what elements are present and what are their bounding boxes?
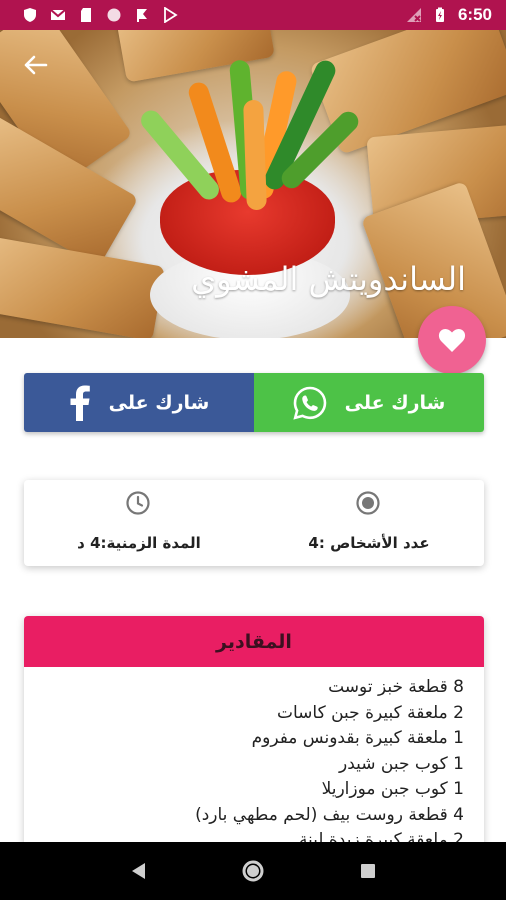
sandwich-image-part [115,30,275,83]
recipe-hero-image: الساندويتش المشوي [0,30,506,338]
duration-info: المدة الزمنية:4 د [24,480,254,566]
ingredient-item: 4 قطعة روست بيف (لحم مطهي بارد) [195,804,464,825]
share-whatsapp-button[interactable]: شارك على [254,373,484,432]
no-signal-icon [406,8,421,22]
nav-home-icon [242,860,264,882]
whatsapp-icon [293,386,326,420]
flag-icon [137,9,147,22]
favorite-button[interactable] [418,306,486,374]
share-facebook-label: شارك على [108,391,210,414]
nav-back-icon [131,863,145,879]
ingredient-item: 8 قطعة خبز توست [328,677,464,697]
ingredients-header: المقادير [24,616,484,667]
shield-icon [24,8,36,22]
status-time: 6:50 [457,5,492,24]
people-label: عدد الأشخاص :4 [308,534,430,552]
play-store-icon [164,7,178,23]
circle-notification-icon [107,8,121,22]
gmail-icon [50,9,66,20]
navigation-bar [0,842,506,900]
radio-button-icon [356,491,380,515]
ingredient-item: 2 ملعقة كبيرة جبن كاسات [276,702,464,723]
share-whatsapp-label: شارك على [344,391,446,414]
share-facebook-button[interactable]: شارك على [24,373,254,432]
battery-charging-icon [435,7,444,22]
nav-home-button[interactable] [241,859,265,883]
facebook-icon [70,385,90,421]
clock-icon [126,491,150,515]
status-bar: 6:50 [0,0,506,30]
nav-back-button[interactable] [126,859,150,883]
recipe-title: الساندويتش المشوي [191,260,466,298]
ingredient-item: 1 كوب جبن شيدر [338,753,464,774]
nav-recents-icon [361,864,376,878]
recipe-info-card: المدة الزمنية:4 د عدد الأشخاص :4 [24,480,484,566]
ingredient-item: 1 كوب جبن موزاريلا [321,779,464,799]
nav-recents-button[interactable] [356,859,380,883]
sd-card-icon [81,8,91,22]
back-arrow-icon[interactable] [20,50,50,80]
servings-info: عدد الأشخاص :4 [254,480,484,566]
ingredients-card: المقادير 8 قطعة خبز توست 2 ملعقة كبيرة ج… [24,616,484,856]
duration-label: المدة الزمنية:4 د [77,534,201,552]
carrot-stick-image [243,99,267,211]
share-bar: شارك على شارك على [24,373,484,432]
ingredients-list: 8 قطعة خبز توست 2 ملعقة كبيرة جبن كاسات … [24,667,484,854]
heart-icon [438,328,466,352]
ingredient-item: 1 ملعقة كبيرة بقدونس مفروم [251,728,464,748]
